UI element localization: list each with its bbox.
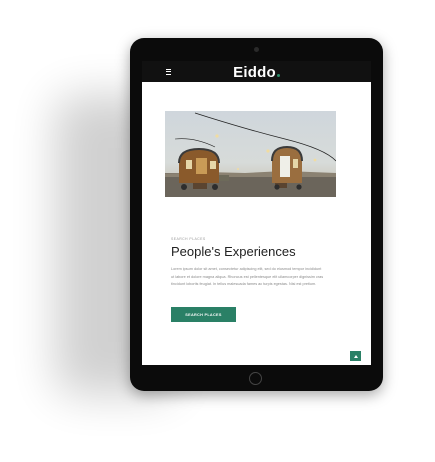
tablet-device: Eiddo SEARCH PLACES People's Experiences… bbox=[130, 38, 383, 391]
home-button[interactable] bbox=[249, 372, 262, 385]
tablet-screen: Eiddo SEARCH PLACES People's Experiences… bbox=[142, 61, 371, 365]
chevron-up-icon bbox=[353, 354, 358, 358]
scroll-to-top-button[interactable] bbox=[350, 351, 361, 361]
site-logo[interactable]: Eiddo bbox=[142, 64, 371, 81]
search-places-button[interactable]: Search Places bbox=[171, 307, 236, 322]
hero-image bbox=[165, 111, 336, 197]
logo-dot bbox=[276, 74, 280, 77]
camera-icon bbox=[254, 47, 259, 52]
page-title: People's Experiences bbox=[171, 244, 296, 259]
top-navbar: Eiddo bbox=[142, 61, 371, 82]
logo-text: Eiddo bbox=[233, 64, 276, 81]
section-eyebrow: Search Places bbox=[171, 237, 206, 241]
body-paragraph: Lorem ipsum dolor sit amet, consectetur … bbox=[171, 267, 324, 287]
